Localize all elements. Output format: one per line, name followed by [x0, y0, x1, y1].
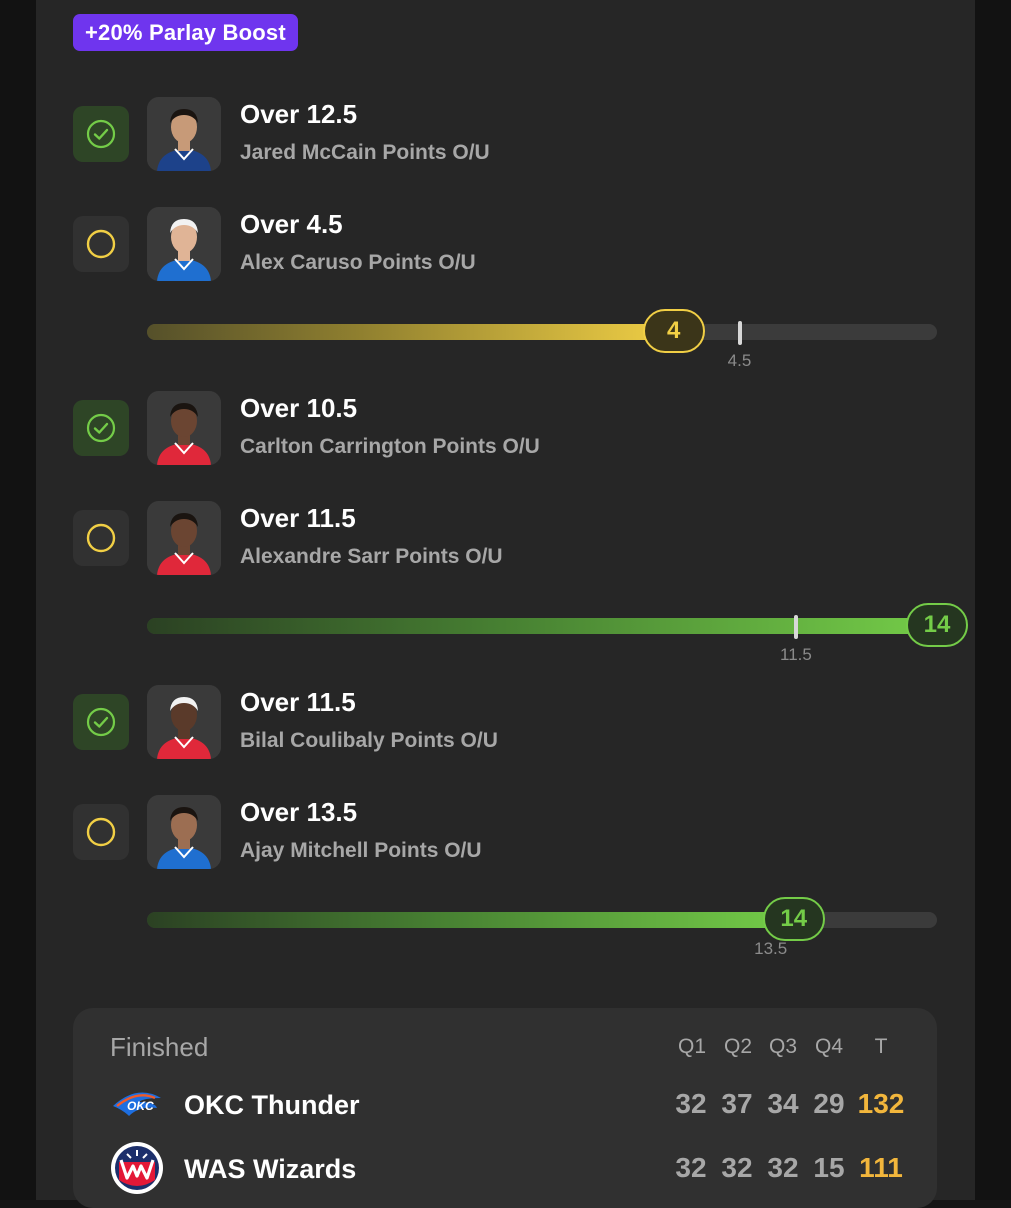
progress-fill [147, 618, 937, 634]
leg-line: Over 10.5 [240, 393, 358, 423]
score-q1: 32 [675, 1152, 707, 1183]
score-q2: 37 [721, 1088, 753, 1119]
leg-line: Over 13.5 [240, 797, 358, 827]
leg-market: Alexandre Sarr Points O/U [240, 545, 503, 568]
leg-pending-indicator [73, 510, 129, 566]
target-label: 11.5 [780, 645, 812, 664]
team-name: WAS Wizards [184, 1154, 357, 1184]
player-avatar [147, 795, 221, 869]
leg-line: Over 11.5 [240, 503, 356, 533]
game-status: Finished [110, 1032, 209, 1062]
parlay-leg[interactable]: Over 13.5 Ajay Mitchell Points O/U [73, 795, 973, 869]
leg-market: Jared McCain Points O/U [240, 141, 490, 164]
leg-won-indicator [73, 106, 129, 162]
leg-pending-indicator [73, 804, 129, 860]
score-q4: 15 [813, 1152, 845, 1183]
right-gutter [975, 0, 1011, 1200]
svg-text:OKC: OKC [127, 1099, 154, 1113]
leg-line: Over 4.5 [240, 209, 343, 239]
score-q3: 34 [767, 1088, 799, 1119]
progress-tracker: 13.5 14 [147, 889, 937, 958]
progress-tracker: 4.5 4 [147, 301, 937, 370]
score-total: 111 [859, 1152, 903, 1183]
parlay-leg[interactable]: Over 12.5 Jared McCain Points O/U [73, 97, 973, 171]
player-avatar [147, 207, 221, 281]
current-value-bubble: 14 [762, 897, 825, 941]
player-avatar [147, 97, 221, 171]
was-wizards-logo [109, 1140, 165, 1196]
header-total: T [874, 1035, 888, 1058]
team-row-was[interactable]: WAS Wizards 32 32 32 15 111 [73, 1140, 937, 1200]
progress-tracker: 11.5 14 [147, 595, 968, 664]
leg-line: Over 12.5 [240, 99, 358, 129]
leg-market: Bilal Coulibaly Points O/U [240, 729, 498, 752]
parlay-boost-badge: +20% Parlay Boost [73, 14, 298, 51]
leg-won-indicator [73, 400, 129, 456]
header-q4: Q4 [814, 1035, 843, 1058]
target-tick [737, 321, 742, 345]
score-q1: 32 [675, 1088, 707, 1119]
player-avatar [147, 501, 221, 575]
parlay-leg[interactable]: Over 11.5 Bilal Coulibaly Points O/U [73, 685, 973, 759]
left-gutter [0, 0, 36, 1200]
parlay-leg[interactable]: Over 10.5 Carlton Carrington Points O/U [73, 391, 973, 465]
current-value-bubble: 14 [906, 603, 968, 647]
header-q3: Q3 [768, 1035, 797, 1058]
header-q1: Q1 [677, 1035, 706, 1058]
player-avatar [147, 391, 221, 465]
leg-market: Alex Caruso Points O/U [240, 251, 476, 274]
score-q3: 32 [767, 1152, 799, 1183]
leg-won-indicator [73, 694, 129, 750]
parlay-leg[interactable]: Over 4.5 Alex Caruso Points O/U [73, 207, 973, 281]
scoreboard[interactable]: Finished Q1 Q2 Q3 Q4 T OKC OKC Thunder 3… [73, 1008, 937, 1208]
leg-line: Over 11.5 [240, 687, 356, 717]
score-q2: 32 [721, 1152, 753, 1183]
leg-market: Ajay Mitchell Points O/U [240, 839, 482, 862]
score-q4: 29 [813, 1088, 845, 1119]
target-label: 13.5 [754, 939, 788, 958]
leg-pending-indicator [73, 216, 129, 272]
progress-fill [147, 912, 794, 928]
okc-thunder-logo: OKC [109, 1076, 165, 1132]
progress-fill [147, 324, 674, 340]
target-tick [793, 615, 798, 639]
team-row-okc[interactable]: OKC OKC Thunder 32 37 34 29 132 [73, 1076, 937, 1136]
current-value-bubble: 4 [642, 309, 705, 353]
header-q2: Q2 [723, 1035, 752, 1058]
team-name: OKC Thunder [184, 1090, 360, 1120]
parlay-leg[interactable]: Over 11.5 Alexandre Sarr Points O/U [73, 501, 973, 575]
leg-market: Carlton Carrington Points O/U [240, 435, 540, 458]
target-label: 4.5 [727, 351, 752, 370]
player-avatar [147, 685, 221, 759]
score-total: 132 [857, 1088, 905, 1119]
